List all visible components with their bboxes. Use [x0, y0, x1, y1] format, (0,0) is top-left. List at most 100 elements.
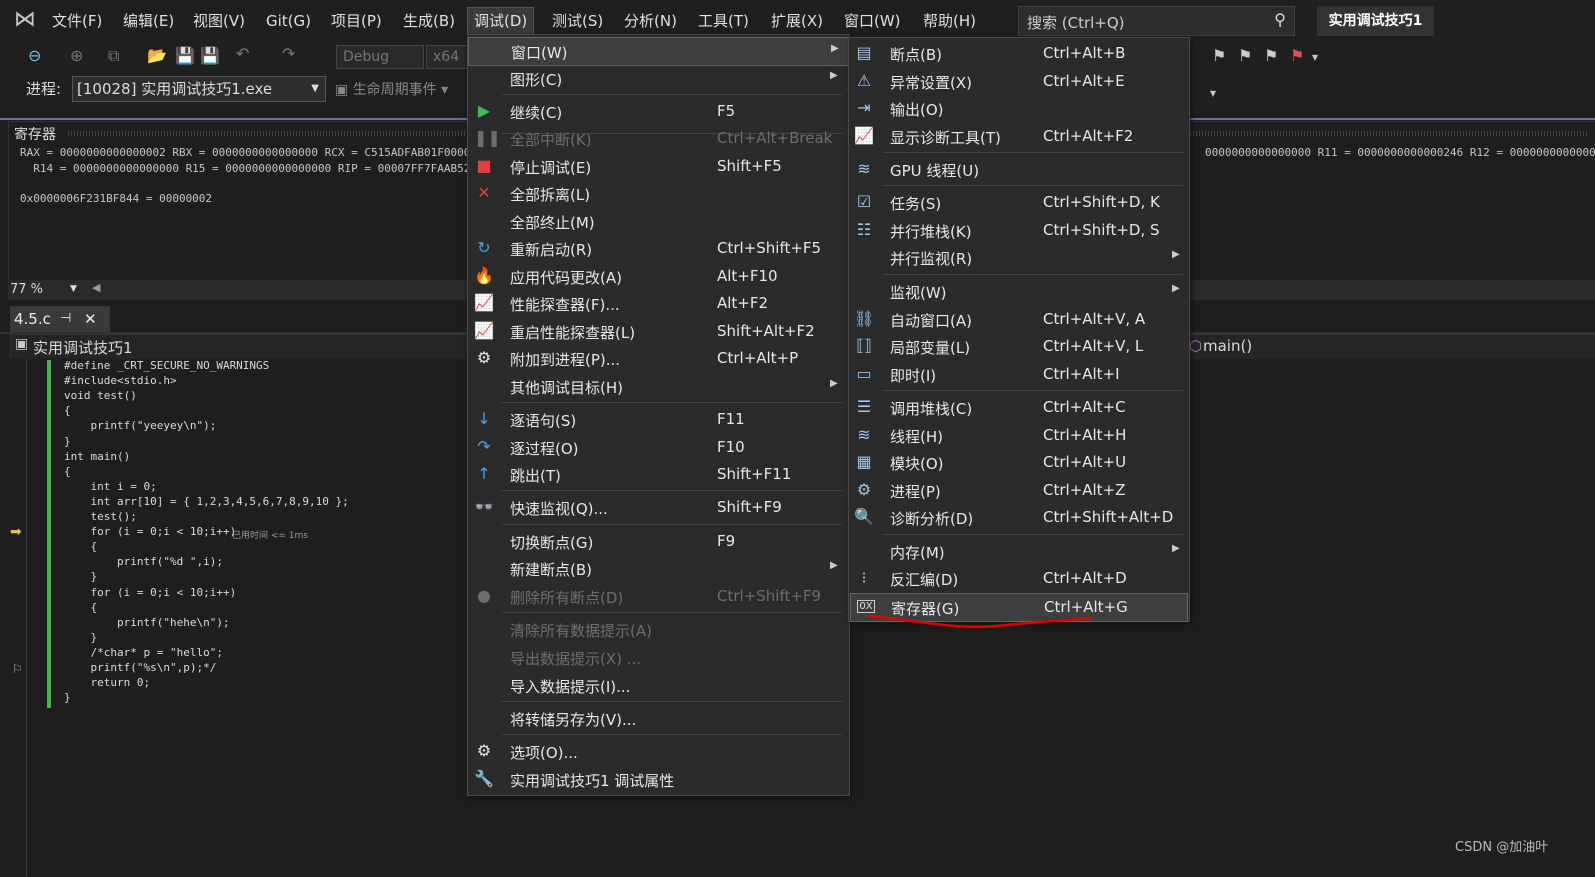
- window-submenu-item[interactable]: ⛓ 自动窗口(A) Ctrl+Alt+V, A: [850, 306, 1186, 333]
- scroll-left-icon[interactable]: ◀: [92, 281, 100, 294]
- menu-2[interactable]: 视图(V): [187, 8, 251, 34]
- bookmark-icon[interactable]: ⚑: [1212, 46, 1226, 65]
- debug-menu-item[interactable]: 图形(C) ▶: [468, 65, 847, 92]
- code-line[interactable]: {: [64, 404, 71, 417]
- code-line[interactable]: int i = 0;: [64, 480, 156, 493]
- window-submenu-item[interactable]: ⟦⟧ 局部变量(L) Ctrl+Alt+V, L: [850, 333, 1186, 360]
- debug-menu-item[interactable]: 🔥 应用代码更改(A) Alt+F10: [468, 263, 847, 290]
- window-submenu-item[interactable]: ▤ 断点(B) Ctrl+Alt+B: [850, 40, 1186, 67]
- code-line[interactable]: #include<stdio.h>: [64, 374, 177, 387]
- code-line[interactable]: printf("%d ",i);: [64, 555, 223, 568]
- code-line[interactable]: }: [64, 570, 97, 583]
- debug-menu-item[interactable]: ✕ 全部拆离(L): [468, 180, 847, 207]
- menu-0[interactable]: 文件(F): [46, 8, 108, 34]
- solution-configuration-select[interactable]: Debug: [336, 45, 424, 69]
- code-line[interactable]: test();: [64, 510, 136, 523]
- debug-menu-item[interactable]: 导入数据提示(I)...: [468, 672, 847, 699]
- bookmark-prev-icon[interactable]: ⚑: [1238, 46, 1252, 65]
- save-all-icon[interactable]: 💾: [200, 46, 220, 65]
- code-line[interactable]: return 0;: [64, 676, 150, 689]
- menu-7[interactable]: 测试(S): [546, 8, 609, 34]
- process-select[interactable]: [10028] 实用调试技巧1.exe ▼: [72, 76, 326, 102]
- window-submenu-item[interactable]: ▦ 模块(O) Ctrl+Alt+U: [850, 449, 1186, 476]
- debug-menu-item[interactable]: 新建断点(B) ▶: [468, 555, 847, 582]
- debug-menu-item[interactable]: ■ 停止调试(E) Shift+F5: [468, 153, 847, 180]
- debug-menu-item[interactable]: 🔧 实用调试技巧1 调试属性: [468, 766, 847, 793]
- code-line[interactable]: {: [64, 601, 97, 614]
- window-submenu-item[interactable]: ⇥ 输出(O): [850, 95, 1186, 122]
- debug-menu-item[interactable]: ⚙ 选项(O)...: [468, 738, 847, 765]
- forward-icon[interactable]: ⊕: [70, 46, 83, 65]
- code-line[interactable]: printf("hehe\n");: [64, 616, 230, 629]
- menu-12[interactable]: 帮助(H): [917, 8, 982, 34]
- zoom-select[interactable]: 77 % ▼: [10, 282, 77, 298]
- menu-8[interactable]: 分析(N): [618, 8, 683, 34]
- register-line-2[interactable]: R14 = 0000000000000000 R15 = 00000000000…: [20, 162, 503, 175]
- menu-4[interactable]: 项目(P): [325, 8, 388, 34]
- code-line[interactable]: printf("%s\n",p);*/: [64, 661, 216, 674]
- debug-menu-item[interactable]: 切换断点(G) F9: [468, 528, 847, 555]
- code-line[interactable]: for (i = 0;i < 10;i++): [64, 525, 236, 538]
- nav-function-select[interactable]: main(): [1203, 337, 1252, 355]
- code-line[interactable]: int main(): [64, 450, 130, 463]
- open-folder-icon[interactable]: 📂: [147, 46, 167, 65]
- window-submenu-item[interactable]: 并行监视(R) ▶: [850, 244, 1186, 271]
- pin-icon[interactable]: ⊣: [60, 306, 71, 332]
- code-line[interactable]: }: [64, 631, 97, 644]
- close-icon[interactable]: ✕: [84, 306, 97, 332]
- menu-3[interactable]: Git(G): [260, 8, 317, 34]
- code-line[interactable]: {: [64, 540, 97, 553]
- code-line[interactable]: }: [64, 435, 71, 448]
- debug-menu-item[interactable]: 窗口(W) ▶: [468, 37, 849, 66]
- code-line[interactable]: printf("yeeyey\n");: [64, 419, 216, 432]
- window-submenu-item[interactable]: ▭ 即时(I) Ctrl+Alt+I: [850, 361, 1186, 388]
- debug-menu-item[interactable]: 将转储另存为(V)...: [468, 705, 847, 732]
- window-submenu-item[interactable]: 监视(W) ▶: [850, 278, 1186, 305]
- visual-studio-logo-icon[interactable]: ⋈: [10, 6, 40, 34]
- bookmark-next-icon[interactable]: ⚑: [1264, 46, 1278, 65]
- register-line-1-right[interactable]: 0000000000000000 R11 = 0000000000000246 …: [1205, 146, 1595, 159]
- debug-menu-item[interactable]: 其他调试目标(H) ▶: [468, 373, 847, 400]
- lifecycle-events-button[interactable]: ▣ 生命周期事件 ▾: [335, 79, 448, 99]
- search-input[interactable]: 搜索 (Ctrl+Q) ⚲: [1018, 6, 1295, 36]
- window-submenu-item[interactable]: ⚠ 异常设置(X) Ctrl+Alt+E: [850, 68, 1186, 95]
- window-submenu-item[interactable]: ≋ 线程(H) Ctrl+Alt+H: [850, 422, 1186, 449]
- debug-menu-item[interactable]: 全部终止(M): [468, 208, 847, 235]
- code-line[interactable]: void test(): [64, 389, 137, 402]
- tab-file[interactable]: 4.5.c ⊣ ✕: [10, 306, 110, 332]
- menu-9[interactable]: 工具(T): [692, 8, 755, 34]
- solution-name-badge[interactable]: 实用调试技巧1: [1317, 6, 1434, 36]
- window-submenu-item[interactable]: 📈 显示诊断工具(T) Ctrl+Alt+F2: [850, 123, 1186, 150]
- code-line[interactable]: #define _CRT_SECURE_NO_WARNINGS: [64, 359, 269, 372]
- redo-icon[interactable]: ↷: [282, 44, 295, 63]
- window-submenu-item[interactable]: 内存(M) ▶: [850, 538, 1186, 565]
- menu-1[interactable]: 编辑(E): [117, 8, 180, 34]
- clear-bookmarks-icon[interactable]: ⚑: [1290, 46, 1304, 65]
- debug-menu-item[interactable]: ↓ 逐语句(S) F11: [468, 406, 847, 433]
- window-submenu-item[interactable]: ⚙ 进程(P) Ctrl+Alt+Z: [850, 477, 1186, 504]
- window-submenu-item[interactable]: ≋ GPU 线程(U): [850, 156, 1186, 183]
- menu-6[interactable]: 调试(D): [467, 7, 535, 34]
- toolbar-overflow-icon[interactable]: ▾: [1210, 86, 1216, 100]
- menu-10[interactable]: 扩展(X): [765, 8, 829, 34]
- debug-menu-item[interactable]: ↑ 跳出(T) Shift+F11: [468, 461, 847, 488]
- undo-icon[interactable]: ↶: [236, 44, 249, 63]
- nav-project-select[interactable]: 实用调试技巧1: [33, 337, 133, 358]
- code-line[interactable]: /*char* p = "hello";: [64, 646, 222, 659]
- register-line-1[interactable]: RAX = 0000000000000002 RBX = 00000000000…: [20, 146, 497, 159]
- toolbar-overflow-icon[interactable]: ▾: [1312, 50, 1318, 64]
- new-item-icon[interactable]: ⧉: [108, 46, 119, 66]
- save-icon[interactable]: 💾: [175, 46, 195, 65]
- window-submenu-item[interactable]: ⁝ 反汇编(D) Ctrl+Alt+D: [850, 565, 1186, 592]
- code-line[interactable]: for (i = 0;i < 10;i++): [64, 586, 236, 599]
- window-submenu-item[interactable]: ☰ 调用堆栈(C) Ctrl+Alt+C: [850, 394, 1186, 421]
- window-submenu-item[interactable]: ☑ 任务(S) Ctrl+Shift+D, K: [850, 189, 1186, 216]
- debug-menu-item[interactable]: 📈 性能探查器(F)... Alt+F2: [468, 290, 847, 317]
- menu-5[interactable]: 生成(B): [397, 8, 461, 34]
- debug-menu-item[interactable]: ↷ 逐过程(O) F10: [468, 434, 847, 461]
- menu-11[interactable]: 窗口(W): [838, 8, 907, 34]
- window-submenu-item[interactable]: ☷ 并行堆栈(K) Ctrl+Shift+D, S: [850, 217, 1186, 244]
- debug-menu-item[interactable]: 👓 快速监视(Q)... Shift+F9: [468, 494, 847, 521]
- code-line[interactable]: }: [64, 691, 71, 704]
- debug-menu-item[interactable]: ↻ 重新启动(R) Ctrl+Shift+F5: [468, 235, 847, 262]
